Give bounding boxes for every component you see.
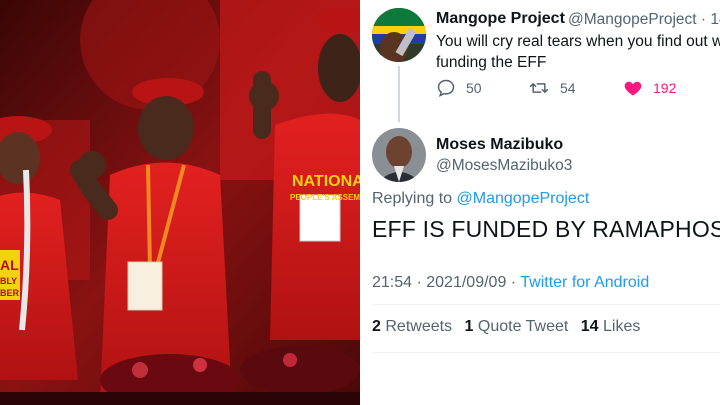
like-count: 192 [653,80,677,96]
retweet-icon [529,83,549,93]
divider-top [372,304,720,305]
likes-stat[interactable]: 14 Likes [581,318,641,335]
replying-to-label: Replying to [372,190,453,207]
banner-text-assembly: PEOPLE'S ASSEMBLY [290,193,360,202]
tweet2-source-app[interactable]: Twitter for Android [520,274,649,291]
banner-text-left-2: BLY [0,276,17,286]
reply-count: 50 [466,80,482,96]
quote-tweets-stat[interactable]: 1 Quote Tweet [465,318,569,335]
avatar-image-icon [372,128,426,182]
reply-button[interactable]: 50 [436,78,482,98]
tweet2-text: EFF IS FUNDED BY RAMAPHOSA [372,216,720,242]
tweet1-text-line1: You will cry real tears when you find ou… [436,33,720,50]
banner-text-national: NATIONAL [292,173,360,190]
moses-mazibuko-avatar[interactable] [372,128,426,182]
eff-rally-photo: NATIONAL PEOPLE'S ASSEMBLY AL BLY BER [0,0,360,405]
composite-image: NATIONAL PEOPLE'S ASSEMBLY AL BLY BER [0,0,720,405]
tweet1-author-handle[interactable]: @MangopeProject · 14 [568,11,720,29]
tweet1-text-line2: funding the EFF [436,54,547,71]
retweets-stat[interactable]: 2 Retweets [372,318,452,335]
banner-text-left-3: BER [0,288,20,298]
tweet2-timestamp[interactable]: 21:54 · 2021/09/09 · [372,274,520,291]
mangope-project-avatar[interactable] [372,8,426,62]
tweet2-meta: 21:54 · 2021/09/09 · Twitter for Android [372,274,649,292]
divider-bottom [372,352,720,353]
tweet2-author-handle[interactable]: @MosesMazibuko3 [436,157,572,175]
replying-to-line: Replying to @MangopeProject [372,190,589,208]
thread-connector-line [398,66,400,122]
replying-to-handle-link[interactable]: @MangopeProject [457,190,590,207]
avatar-image-icon [372,8,426,62]
like-button[interactable]: 192 [623,78,676,98]
tweet-thread: Mangope Project @MangopeProject · 14 You… [360,0,720,405]
reply-icon [437,79,455,97]
retweet-count: 54 [560,80,576,96]
banner-text-left: AL [0,257,19,273]
rally-photo-illustration: NATIONAL PEOPLE'S ASSEMBLY AL BLY BER [0,0,360,405]
tweet2-engagement-stats: 2 Retweets 1 Quote Tweet 14 Likes [372,318,640,336]
retweet-button[interactable]: 54 [528,78,576,98]
heart-filled-icon [624,81,642,96]
tweet1-author-name[interactable]: Mangope Project [436,10,565,28]
tweet2-author-name[interactable]: Moses Mazibuko [436,136,563,154]
